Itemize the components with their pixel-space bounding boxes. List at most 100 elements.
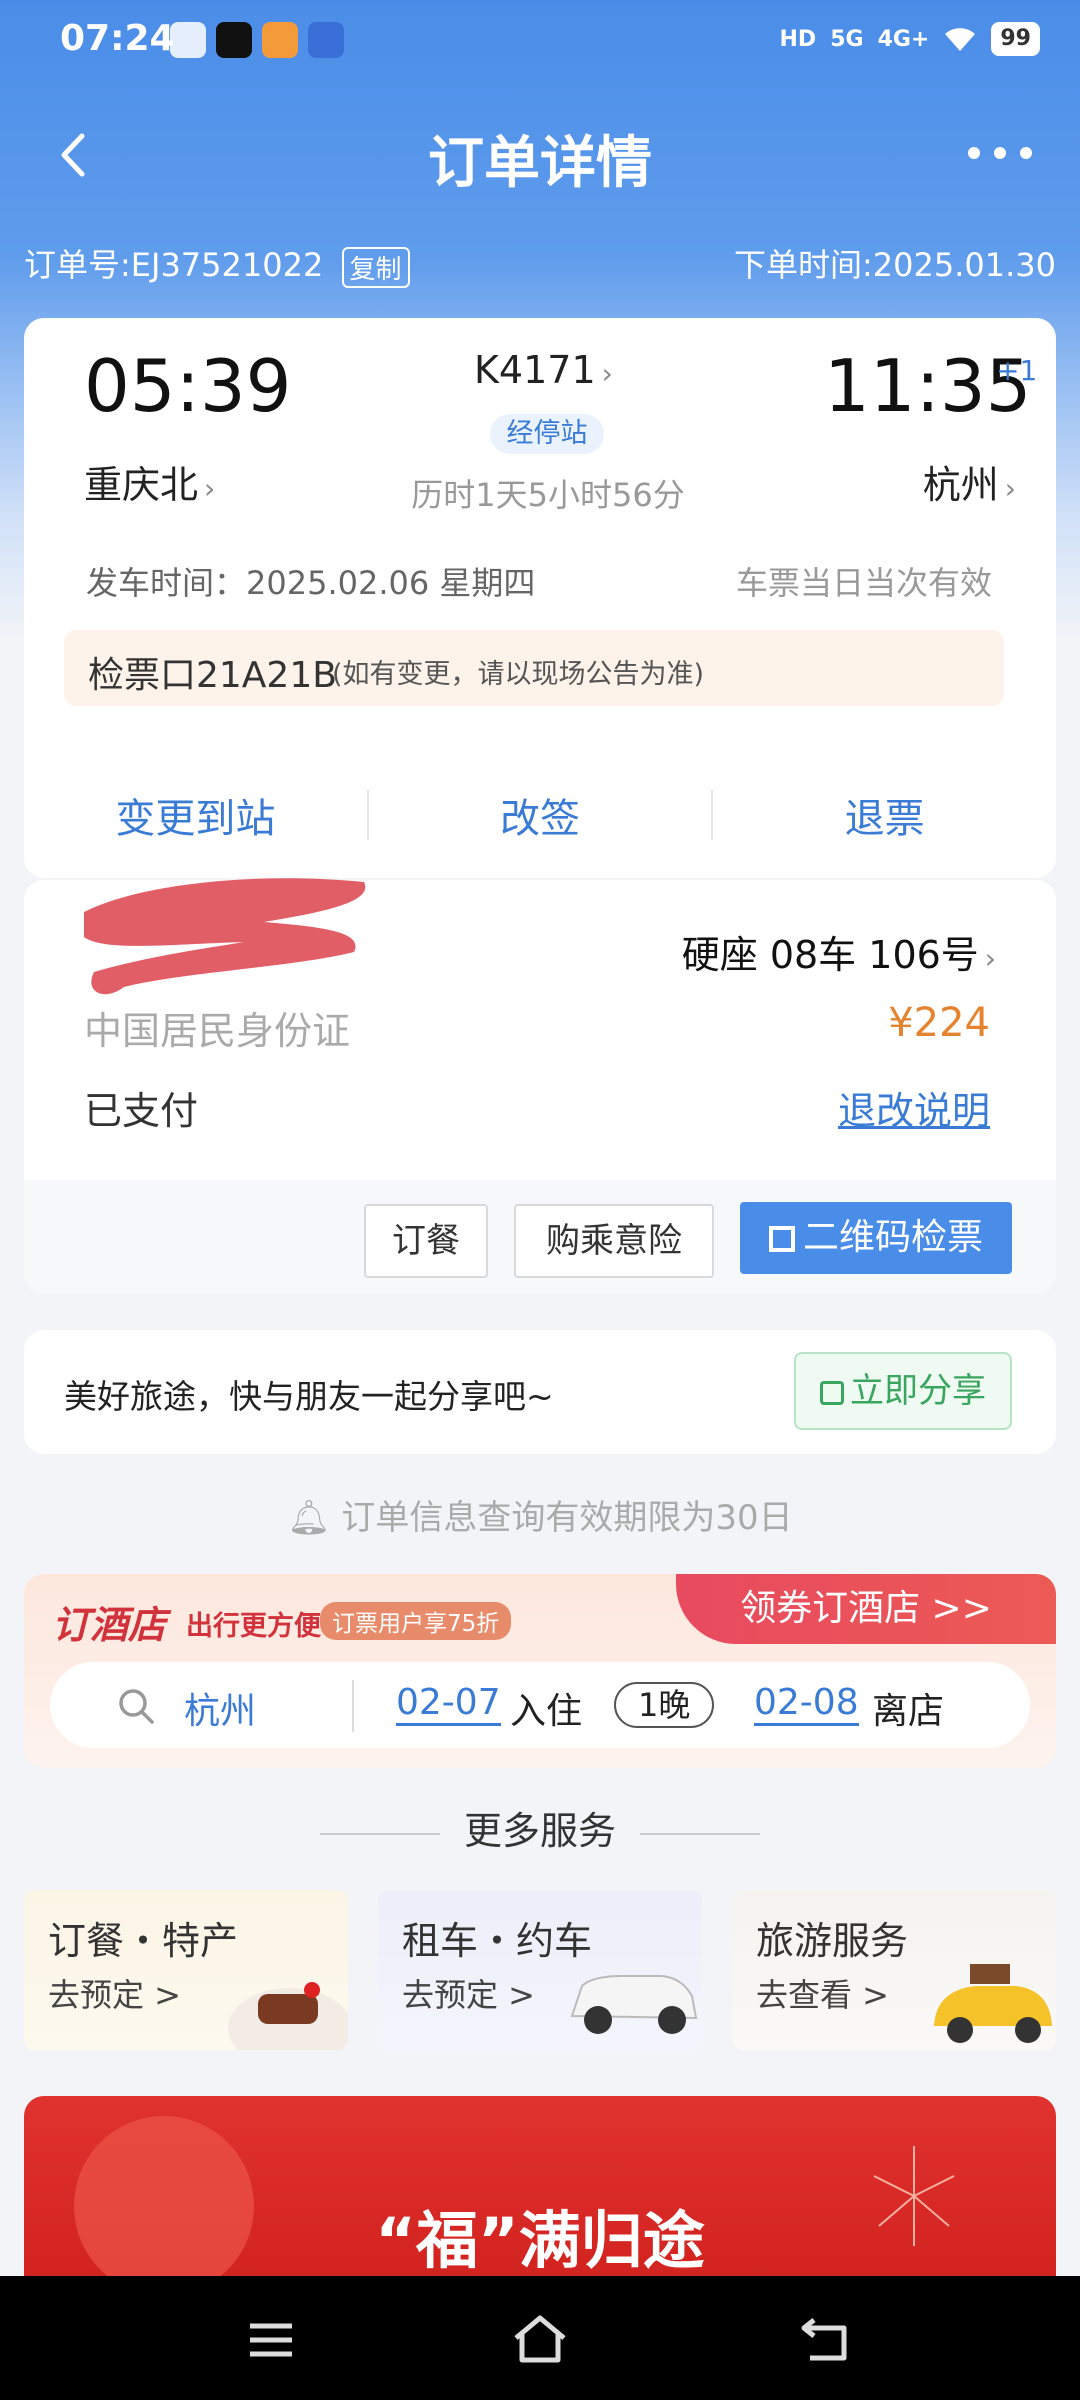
buy-insurance-button[interactable]: 购乘意险 bbox=[514, 1204, 714, 1278]
qrcode-label: 二维码检票 bbox=[802, 1217, 983, 1258]
back-nav-icon[interactable] bbox=[800, 2316, 852, 2362]
divider bbox=[319, 1832, 440, 1835]
more-options-icon[interactable] bbox=[960, 128, 1040, 178]
qrcode-checkin-button[interactable]: 二维码检票 bbox=[740, 1202, 1012, 1274]
trip-card: 05:39 K4171 › 经停站 11:35 +1 重庆北 › 历时1天5小时56… bbox=[24, 318, 1056, 878]
signal-5g: 5G bbox=[830, 26, 864, 52]
ticket-price: ¥224 bbox=[888, 1000, 990, 1046]
stops-button[interactable]: 经停站 bbox=[490, 414, 604, 454]
refund-button[interactable]: 退票 bbox=[713, 786, 1056, 844]
ticket-validity: 车票当日当次有效 bbox=[735, 564, 992, 602]
share-icon bbox=[820, 1380, 844, 1405]
service-travel[interactable]: 旅游服务 去查看 > bbox=[732, 1890, 1056, 2050]
ticket-gate-box: 检票口21A21B (如有变更，请以现场公告为准) bbox=[64, 630, 1004, 706]
passenger-id-type: 中国居民身份证 bbox=[84, 1009, 351, 1053]
copy-order-button[interactable]: 复制 bbox=[341, 246, 410, 288]
hotel-brand: 订酒店 bbox=[52, 1603, 167, 1647]
notification-icons bbox=[170, 22, 344, 58]
payment-status: 已支付 bbox=[84, 1089, 199, 1133]
checkout-label: 离店 bbox=[872, 1691, 945, 1732]
hotel-coupon-button[interactable]: 领券订酒店 >> bbox=[676, 1574, 1056, 1644]
chevron-right-icon: › bbox=[984, 942, 996, 975]
chevron-right-icon: › bbox=[1004, 472, 1016, 505]
to-station[interactable]: 杭州 › bbox=[923, 454, 1016, 509]
refund-rules-link[interactable]: 退改说明 bbox=[838, 1080, 990, 1135]
chevron-right-icon: › bbox=[601, 357, 613, 390]
passenger-card: 硬座 08车 106号 › 中国居民身份证 ¥224 已支付 退改说明 订餐 购乘… bbox=[24, 878, 1056, 1294]
order-time: 下单时间:2025.01.30 bbox=[733, 246, 1056, 284]
trip-duration: 历时1天5小时56分 bbox=[411, 476, 685, 514]
app-notification-icon bbox=[216, 22, 252, 58]
order-number: 订单号:EJ37521022 bbox=[24, 246, 324, 284]
divider bbox=[640, 1832, 760, 1835]
status-right: HD 5G 4G+ 99 bbox=[779, 22, 1040, 56]
wifi-icon bbox=[945, 28, 976, 51]
service-sub: 去查看 > bbox=[756, 1976, 889, 2014]
bell-icon: 🔔︎ bbox=[287, 1498, 331, 1538]
service-sub: 去预定 > bbox=[402, 1976, 535, 2014]
hotel-discount-badge: 订票用户享75折 bbox=[320, 1602, 512, 1640]
reschedule-button[interactable]: 改签 bbox=[369, 786, 712, 844]
home-icon[interactable] bbox=[512, 2314, 568, 2364]
checkin-date[interactable]: 02-07 bbox=[396, 1682, 501, 1726]
trip-actions: 变更到站 改签 退票 bbox=[24, 752, 1056, 878]
order-info-row: 订单号:EJ37521022 复制 下单时间:2025.01.30 bbox=[24, 240, 1056, 290]
car-image bbox=[570, 1975, 698, 2034]
passenger-actions: 订餐 购乘意险 二维码检票 bbox=[24, 1180, 1056, 1294]
qrcode-icon bbox=[768, 1226, 795, 1252]
service-title: 订餐・特产 bbox=[48, 1919, 239, 1963]
hotel-city[interactable]: 杭州 bbox=[184, 1682, 256, 1734]
depart-time: 05:39 bbox=[84, 344, 292, 428]
order-meal-button[interactable]: 订餐 bbox=[364, 1204, 488, 1278]
share-text: 美好旅途，快与朋友一起分享吧~ bbox=[64, 1377, 554, 1416]
hotel-brand-sub: 出行更方便 bbox=[186, 1611, 321, 1642]
from-station-label: 重庆北 bbox=[84, 463, 199, 507]
service-title: 旅游服务 bbox=[756, 1919, 909, 1963]
ticket-gate: 检票口21A21B bbox=[88, 655, 337, 696]
divider bbox=[352, 1680, 354, 1732]
page-header: 订单详情 bbox=[0, 100, 1080, 210]
seat-info[interactable]: 硬座 08车 106号 › bbox=[682, 924, 996, 979]
chevron-right-icon: › bbox=[204, 472, 216, 505]
app-notification-icon bbox=[262, 22, 298, 58]
seat-label: 硬座 08车 106号 bbox=[681, 933, 979, 977]
hotel-booking-card[interactable]: 订酒店 出行更方便 订票用户享75折 领券订酒店 >> 杭州 02-07 入住 … bbox=[24, 1574, 1056, 1768]
service-sub: 去预定 > bbox=[48, 1976, 181, 2014]
page-title: 订单详情 bbox=[428, 131, 652, 196]
checkout-date[interactable]: 02-08 bbox=[754, 1682, 859, 1726]
battery-indicator: 99 bbox=[991, 22, 1040, 56]
train-number-label: K4171 bbox=[474, 348, 596, 392]
hotel-search-bar: 杭州 02-07 入住 1晚 02-08 离店 bbox=[50, 1662, 1030, 1748]
hd-icon: HD bbox=[779, 26, 817, 52]
system-nav-bar bbox=[0, 2276, 1080, 2400]
travel-car-image bbox=[934, 1964, 1052, 2043]
share-button-label: 立即分享 bbox=[850, 1371, 986, 1411]
checkin-label: 入住 bbox=[510, 1691, 583, 1732]
food-image bbox=[228, 1982, 348, 2050]
depart-date: 发车时间：2025.02.06 星期四 bbox=[86, 564, 536, 602]
service-car-rental[interactable]: 租车・约车 去预定 > bbox=[378, 1890, 702, 2050]
train-number[interactable]: K4171 › bbox=[474, 348, 634, 392]
service-meal[interactable]: 订餐・特产 去预定 > bbox=[24, 1890, 348, 2050]
ticket-gate-note: (如有变更，请以现场公告为准) bbox=[332, 659, 705, 690]
signal-4g: 4G+ bbox=[877, 26, 930, 52]
nights-count: 1晚 bbox=[614, 1682, 715, 1728]
from-station[interactable]: 重庆北 › bbox=[84, 454, 215, 509]
search-icon bbox=[119, 1689, 154, 1724]
menu-icon[interactable] bbox=[246, 2320, 296, 2360]
order-notice: 🔔︎ 订单信息查询有效期限为30日 bbox=[0, 1490, 1080, 1539]
promo-banner[interactable]: “福”满归途 bbox=[24, 2096, 1056, 2276]
more-services-title: 更多服务 bbox=[463, 1809, 616, 1853]
redaction-mark bbox=[84, 878, 366, 995]
notice-text: 订单信息查询有效期限为30日 bbox=[341, 1498, 793, 1538]
day-offset: +1 bbox=[996, 354, 1038, 387]
share-card: 美好旅途，快与朋友一起分享吧~ 立即分享 bbox=[24, 1330, 1056, 1454]
app-notification-icon bbox=[308, 22, 344, 58]
share-button[interactable]: 立即分享 bbox=[794, 1352, 1012, 1430]
status-time: 07:24 bbox=[60, 18, 175, 59]
more-services-header: 更多服务 bbox=[0, 1800, 1080, 1855]
change-station-button[interactable]: 变更到站 bbox=[24, 786, 367, 844]
status-bar: 07:24 HD 5G 4G+ 99 bbox=[0, 0, 1080, 80]
banner-text: “福”满归途 bbox=[375, 2204, 705, 2276]
app-notification-icon bbox=[170, 22, 206, 58]
